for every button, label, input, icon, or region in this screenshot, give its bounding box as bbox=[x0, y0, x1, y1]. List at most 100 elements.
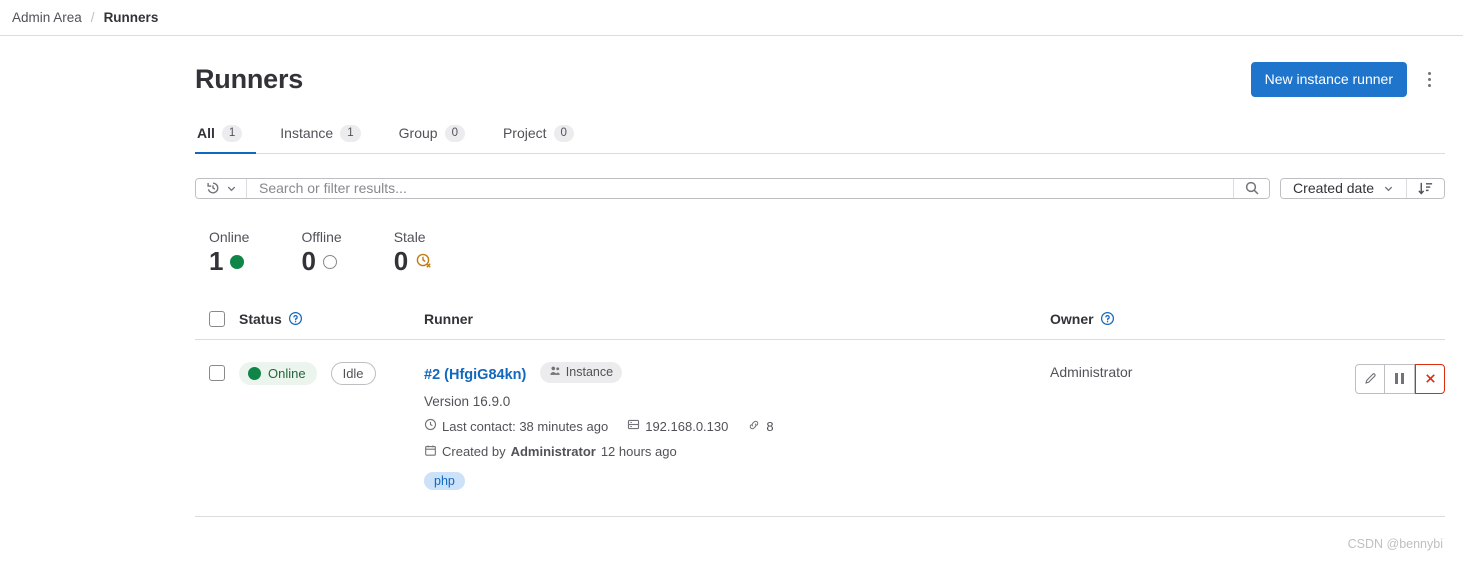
column-header-runner-label: Runner bbox=[424, 310, 473, 327]
watermark: CSDN @bennybi bbox=[1347, 536, 1443, 551]
stat-stale-label: Stale bbox=[393, 228, 426, 245]
status-badge: Online bbox=[239, 361, 317, 385]
owner-name: Administrator bbox=[1050, 363, 1133, 380]
tab-project[interactable]: Project 0 bbox=[501, 119, 588, 154]
created-prefix: Created by bbox=[442, 444, 506, 460]
stat-offline: Offline 0 bbox=[301, 229, 341, 277]
sort-field-label: Created date bbox=[1293, 180, 1374, 197]
table-row: Online Idle #2 (HfgiG84kn) Instance Vers… bbox=[195, 340, 1445, 517]
pause-icon[interactable] bbox=[1385, 363, 1415, 394]
runner-status-summary: Online 1 Offline 0 Stale 0 bbox=[195, 229, 1445, 277]
question-circle-icon[interactable] bbox=[288, 311, 303, 326]
tab-all[interactable]: All 1 bbox=[195, 119, 257, 154]
search-filter-box bbox=[195, 177, 1271, 199]
status-online-dot bbox=[248, 366, 261, 380]
tab-project-label: Project bbox=[502, 125, 547, 142]
stat-online: Online 1 bbox=[209, 229, 249, 277]
jobs-count-text: 8 bbox=[766, 418, 774, 434]
pencil-icon[interactable] bbox=[1355, 363, 1385, 394]
breadcrumb-separator: / bbox=[90, 10, 95, 25]
search-input[interactable] bbox=[247, 178, 1234, 198]
tab-instance-label: Instance bbox=[280, 125, 334, 142]
breadcrumb: Admin Area / Runners bbox=[0, 0, 1463, 36]
runner-link[interactable]: #2 (HfgiG84kn) bbox=[424, 367, 526, 383]
runner-tag: php bbox=[424, 471, 465, 490]
select-all-cell bbox=[195, 310, 239, 327]
column-header-owner: Owner bbox=[1050, 311, 1315, 327]
runner-name-line: #2 (HfgiG84kn) Instance bbox=[424, 361, 1050, 384]
chevron-down-icon bbox=[226, 183, 237, 194]
status-online-dot bbox=[230, 254, 245, 269]
filter-bar: Created date bbox=[195, 177, 1445, 199]
last-contact-text: Last contact: 38 minutes ago bbox=[442, 418, 609, 434]
stat-offline-label: Offline bbox=[301, 228, 342, 245]
runner-scope-tabs: All 1 Instance 1 Group 0 Project 0 bbox=[195, 119, 1445, 154]
breadcrumb-link-admin-area[interactable]: Admin Area bbox=[12, 10, 82, 25]
server-icon bbox=[627, 418, 640, 434]
column-header-status: Status bbox=[239, 311, 424, 327]
ip-address-text: 192.168.0.130 bbox=[645, 418, 729, 434]
stat-stale: Stale 0 bbox=[394, 229, 433, 277]
stat-offline-value-group: 0 bbox=[301, 245, 341, 277]
breadcrumb-current-runners: Runners bbox=[103, 10, 159, 25]
row-select-cell bbox=[195, 362, 239, 381]
row-runner-cell: #2 (HfgiG84kn) Instance Version 16.9.0 L… bbox=[424, 361, 1050, 490]
ip-address-item: 192.168.0.130 bbox=[627, 418, 728, 434]
tab-instance[interactable]: Instance 1 bbox=[278, 119, 374, 154]
runner-meta-line: Last contact: 38 minutes ago 192.168.0.1… bbox=[424, 418, 1050, 435]
idle-badge: Idle bbox=[330, 361, 376, 385]
search-icon[interactable] bbox=[1233, 178, 1270, 198]
ellipsis-vertical-icon[interactable] bbox=[1413, 63, 1445, 95]
stat-stale-value-group: 0 bbox=[393, 245, 433, 277]
created-by-name: Administrator bbox=[510, 444, 596, 460]
row-owner-cell: Administrator bbox=[1050, 362, 1315, 380]
stat-online-value-group: 1 bbox=[209, 245, 249, 277]
close-x-icon[interactable] bbox=[1415, 363, 1445, 394]
recent-searches-button[interactable] bbox=[196, 178, 247, 198]
sort-field-dropdown[interactable]: Created date bbox=[1281, 178, 1406, 198]
header-actions: New instance runner bbox=[1250, 62, 1445, 97]
runner-version: Version 16.9.0 bbox=[424, 393, 511, 409]
chevron-down-icon bbox=[1383, 183, 1394, 194]
history-icon bbox=[205, 180, 221, 196]
row-actions-cell bbox=[1315, 362, 1445, 394]
created-suffix: 12 hours ago bbox=[600, 444, 677, 460]
stat-online-label: Online bbox=[209, 228, 250, 245]
stat-online-value: 1 bbox=[209, 245, 224, 276]
column-header-owner-label: Owner bbox=[1050, 310, 1094, 327]
row-checkbox[interactable] bbox=[209, 364, 225, 381]
row-status-cell: Online Idle bbox=[239, 361, 424, 385]
page-container: Runners New instance runner All 1 Instan… bbox=[0, 36, 1463, 551]
select-all-checkbox[interactable] bbox=[209, 310, 225, 327]
runner-type-badge: Instance bbox=[539, 361, 623, 383]
table-header-row: Status Runner Owner bbox=[195, 310, 1445, 340]
clock-icon bbox=[424, 418, 437, 434]
stat-offline-value: 0 bbox=[301, 245, 316, 276]
runner-actions-group bbox=[1315, 362, 1445, 394]
stat-stale-value: 0 bbox=[393, 245, 409, 276]
tab-group[interactable]: Group 0 bbox=[397, 119, 479, 154]
runner-created-line: Created by Administrator 12 hours ago bbox=[424, 444, 1050, 460]
runner-type-badge-label: Instance bbox=[565, 365, 614, 380]
status-badge-label: Online bbox=[268, 365, 306, 381]
clock-x-icon bbox=[415, 247, 433, 277]
last-contact-item: Last contact: 38 minutes ago bbox=[424, 418, 608, 434]
column-header-status-label: Status bbox=[239, 310, 282, 327]
runners-table: Status Runner Owner Online Idle #2 (Hfgi… bbox=[195, 310, 1445, 551]
column-header-runner: Runner bbox=[424, 311, 1050, 327]
tab-all-label: All bbox=[197, 125, 215, 142]
page-title: Runners bbox=[195, 63, 304, 94]
jobs-count-item: 8 bbox=[747, 418, 774, 435]
users-icon bbox=[549, 365, 561, 380]
link-icon bbox=[747, 418, 761, 435]
tab-all-count: 1 bbox=[221, 124, 243, 142]
page-header: Runners New instance runner bbox=[195, 36, 1445, 97]
new-instance-runner-button[interactable]: New instance runner bbox=[1250, 62, 1407, 97]
tab-group-label: Group bbox=[398, 125, 438, 142]
tab-group-count: 0 bbox=[444, 124, 465, 142]
tab-project-count: 0 bbox=[553, 124, 574, 142]
sort-descending-icon[interactable] bbox=[1406, 178, 1444, 198]
sort-controls: Created date bbox=[1280, 177, 1445, 199]
status-offline-circle bbox=[322, 254, 337, 269]
question-circle-icon[interactable] bbox=[1100, 311, 1115, 326]
